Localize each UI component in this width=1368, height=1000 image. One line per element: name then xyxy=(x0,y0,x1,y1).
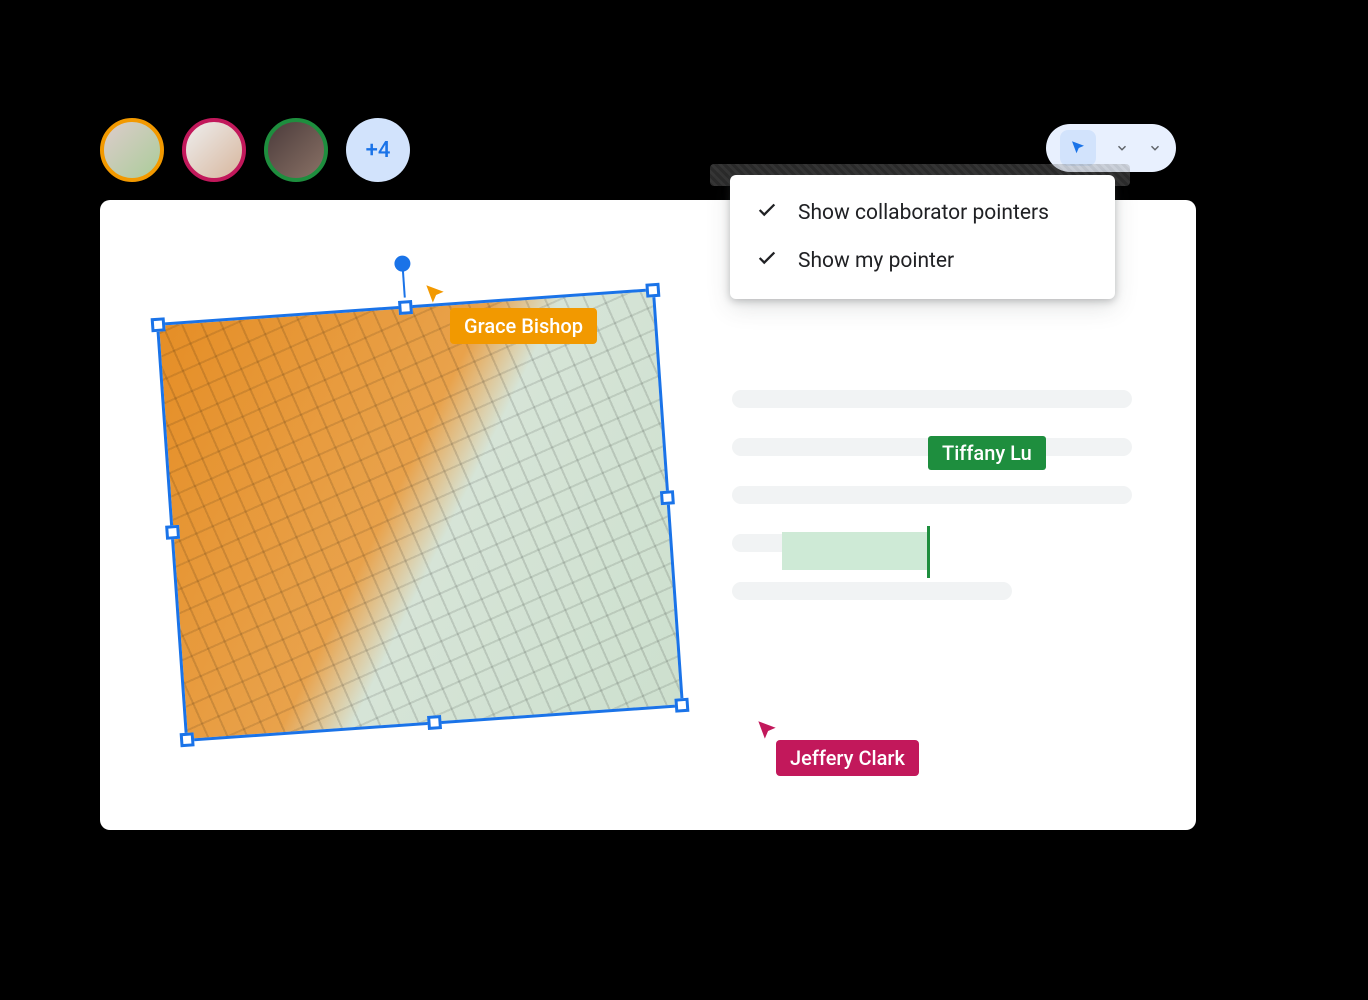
resize-handle-bl[interactable] xyxy=(180,732,195,747)
pointer-tool-button[interactable] xyxy=(1060,130,1096,166)
resize-handle-tl[interactable] xyxy=(151,317,166,332)
resize-handle-bm[interactable] xyxy=(427,715,442,730)
menu-show-my-pointer[interactable]: Show my pointer xyxy=(730,237,1115,285)
collaborator-cursor-jeffery xyxy=(754,718,780,744)
avatar-more-count[interactable]: +4 xyxy=(346,118,410,182)
text-block-placeholder: Tiffany Lu xyxy=(732,390,1132,630)
check-icon xyxy=(756,199,778,227)
resize-handle-ml[interactable] xyxy=(165,525,180,540)
collaborator-text-cursor-tiffany xyxy=(927,526,930,578)
menu-item-label: Show collaborator pointers xyxy=(798,201,1049,225)
resize-handle-br[interactable] xyxy=(674,698,689,713)
text-line xyxy=(732,534,852,552)
text-line: Tiffany Lu xyxy=(732,486,1132,504)
avatar-1[interactable] xyxy=(100,118,164,182)
menu-show-collaborator-pointers[interactable]: Show collaborator pointers xyxy=(730,189,1115,237)
avatar-3[interactable] xyxy=(264,118,328,182)
collaborator-label-jeffery: Jeffery Clark xyxy=(776,740,919,776)
chevron-down-icon[interactable] xyxy=(1148,141,1162,155)
resize-handle-mr[interactable] xyxy=(660,490,675,505)
rotation-handle-line xyxy=(402,268,406,298)
collaborator-label-grace: Grace Bishop xyxy=(450,308,597,344)
resize-handle-tr[interactable] xyxy=(645,283,660,298)
menu-item-label: Show my pointer xyxy=(798,249,954,273)
pointer-options-dropdown: Show collaborator pointers Show my point… xyxy=(730,175,1115,299)
collaborator-label-tiffany: Tiffany Lu xyxy=(928,436,1046,470)
check-icon xyxy=(756,247,778,275)
resize-handle-tm[interactable] xyxy=(398,300,413,315)
selected-image[interactable] xyxy=(156,288,684,742)
collaborator-avatars: +4 xyxy=(100,118,410,182)
image-content[interactable] xyxy=(156,288,684,742)
text-line xyxy=(732,582,1012,600)
caret-down-icon[interactable] xyxy=(1115,141,1129,155)
text-line xyxy=(732,390,1132,408)
text-selection-highlight xyxy=(782,532,927,570)
collaborator-cursor-grace xyxy=(422,282,448,308)
avatar-2[interactable] xyxy=(182,118,246,182)
rotation-handle[interactable] xyxy=(394,255,411,272)
